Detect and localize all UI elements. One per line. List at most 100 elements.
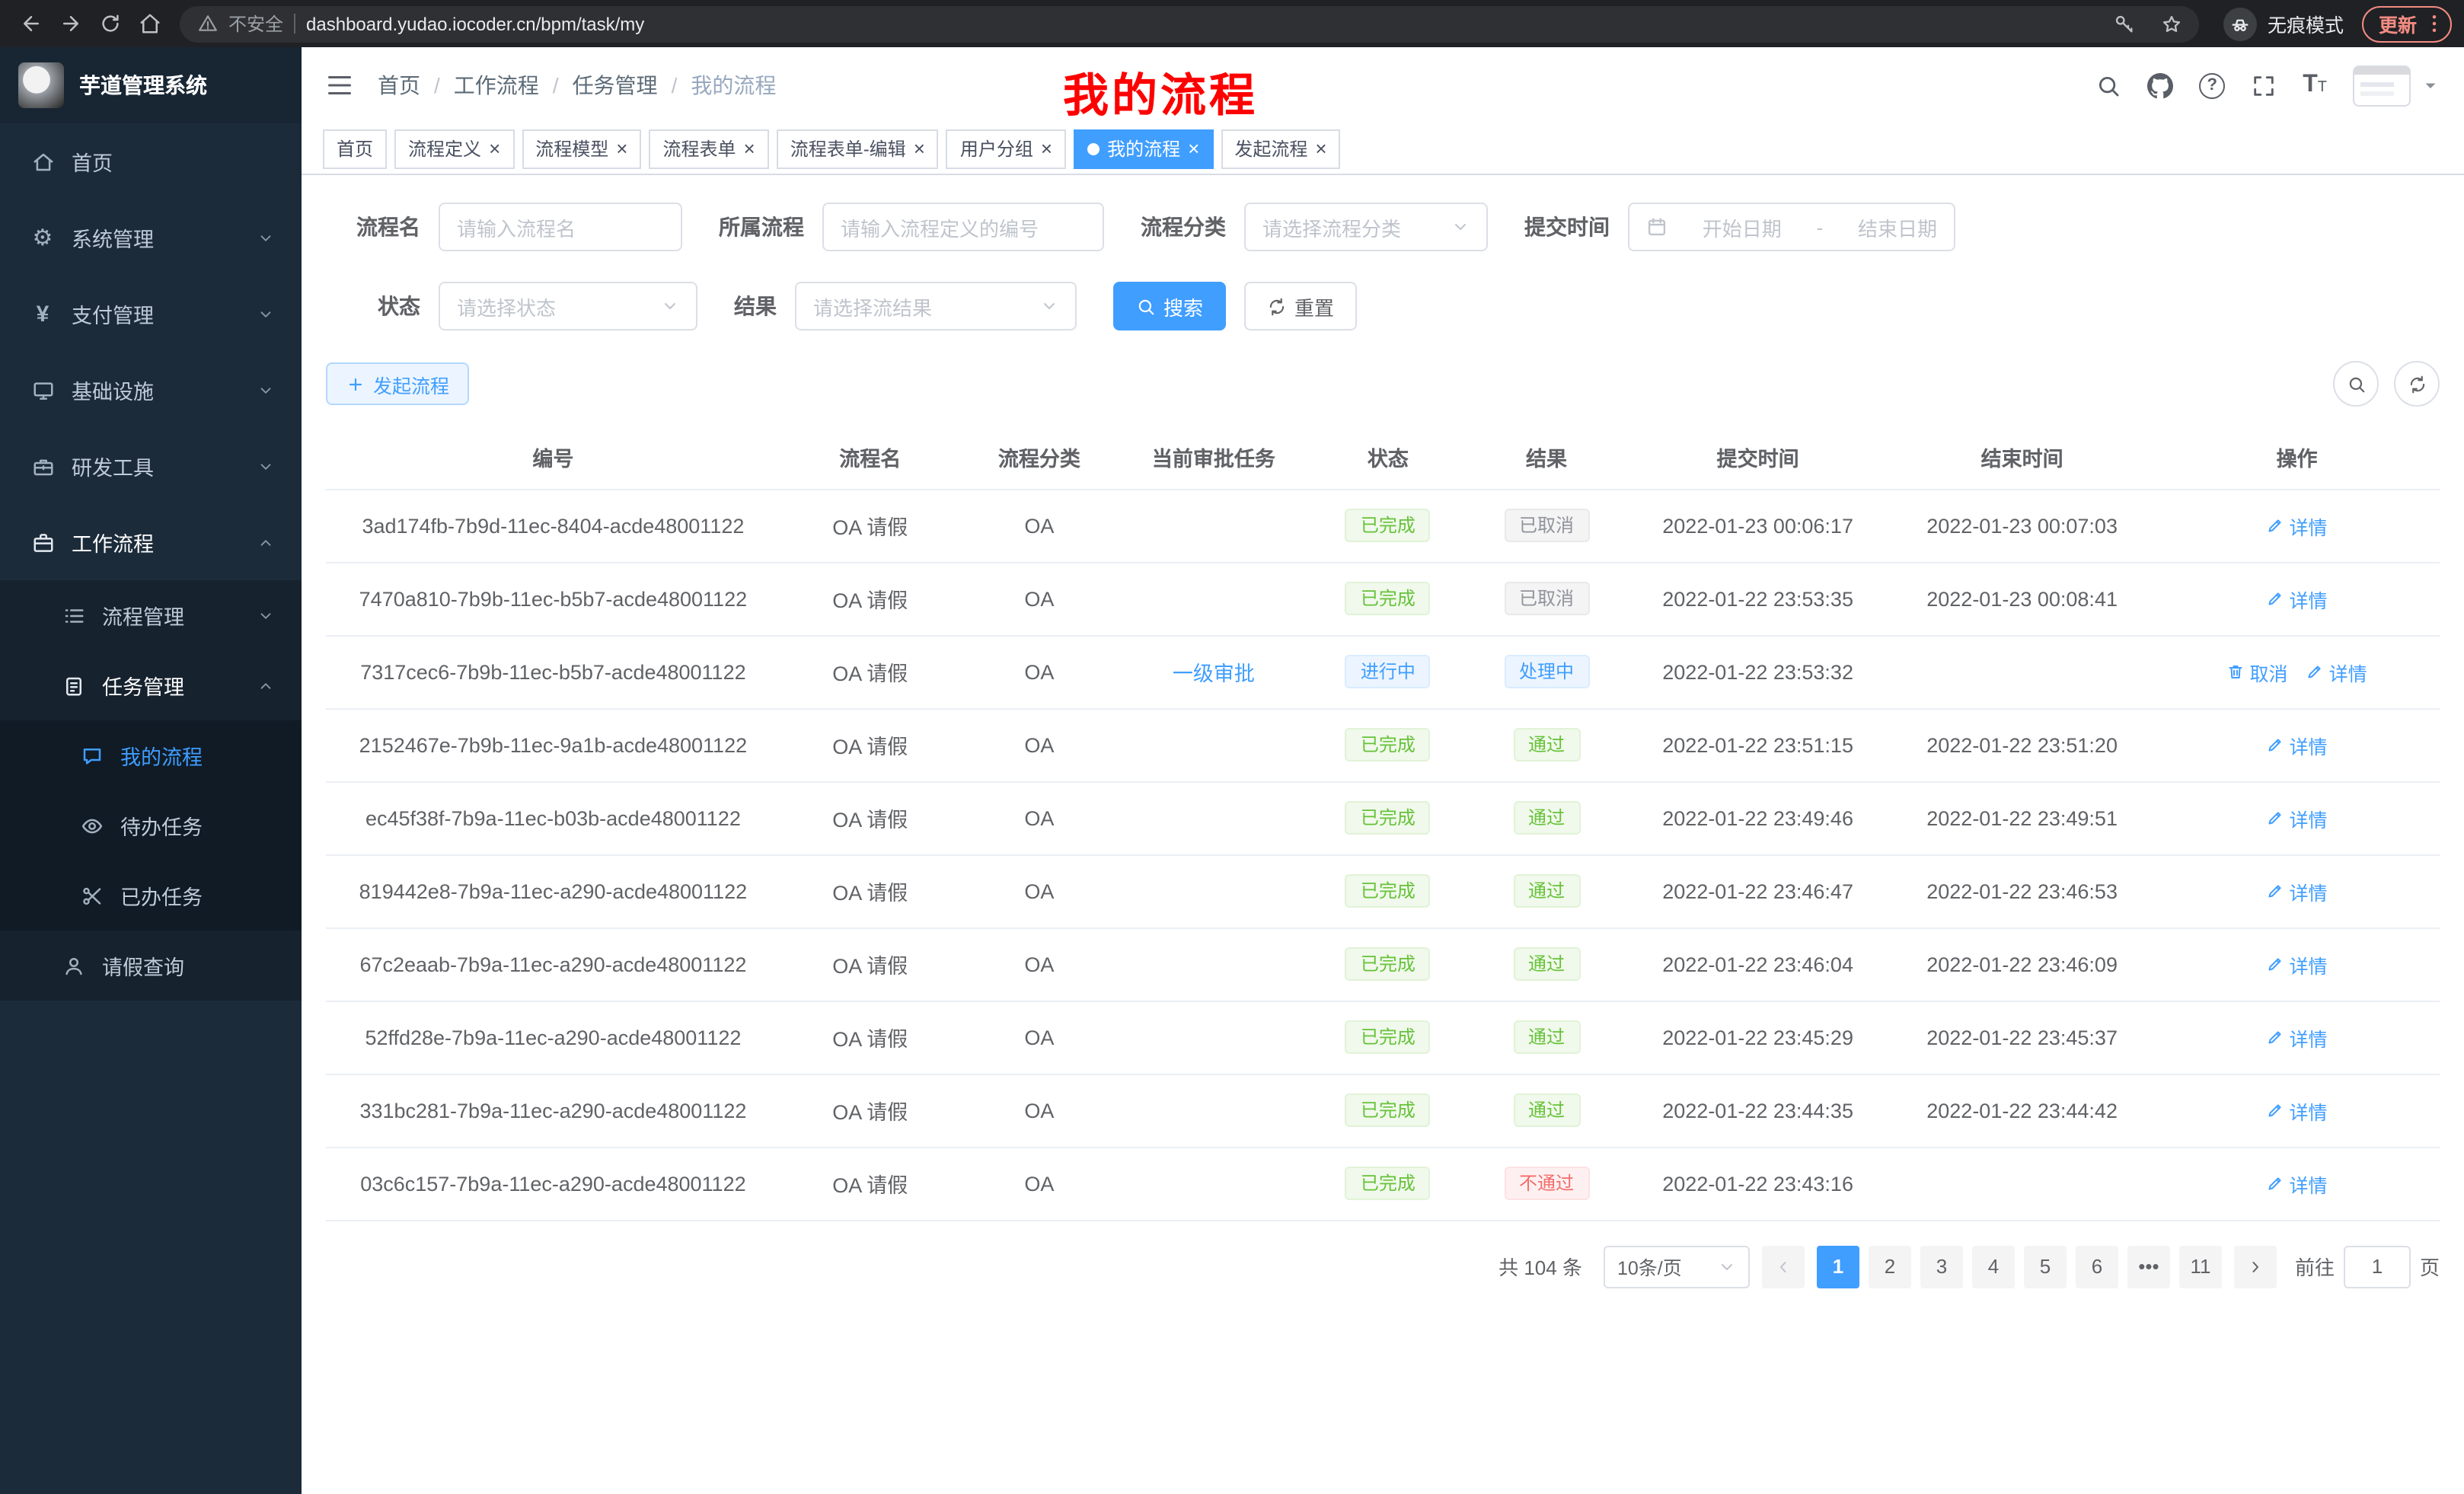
result-select[interactable]: 请选择流结果 xyxy=(795,282,1077,330)
tab-home[interactable]: 首页 xyxy=(323,129,387,168)
breadcrumb-item[interactable]: 首页 xyxy=(378,70,420,101)
browser-home-button[interactable] xyxy=(131,5,168,42)
sidebar-item-label: 请假查询 xyxy=(102,950,274,981)
sidebar-item-system[interactable]: ⚙系统管理 xyxy=(0,200,302,276)
page-button-11[interactable]: 11 xyxy=(2179,1245,2222,1288)
menu-dots-icon[interactable] xyxy=(2420,5,2447,42)
goto-suffix: 页 xyxy=(2420,1252,2440,1281)
process-name-input[interactable]: 请输入流程名 xyxy=(439,203,682,251)
forward-button[interactable] xyxy=(52,5,88,42)
tab-my-process[interactable]: 我的流程 × xyxy=(1074,129,1213,168)
detail-action[interactable]: 详情 xyxy=(2267,1169,2328,1198)
search-button-label: 搜索 xyxy=(1163,292,1203,321)
page-button-3[interactable]: 3 xyxy=(1920,1245,1963,1288)
detail-action[interactable]: 详情 xyxy=(2267,1023,2328,1052)
avatar[interactable] xyxy=(2353,65,2411,106)
create-process-button[interactable]: 发起流程 xyxy=(326,362,469,405)
search-button[interactable]: 搜索 xyxy=(1113,282,1226,330)
tab-user-group[interactable]: 用户分组× xyxy=(946,129,1066,168)
tab-process-definition[interactable]: 流程定义× xyxy=(394,129,514,168)
reload-button[interactable] xyxy=(91,5,128,42)
detail-action-label: 详情 xyxy=(2329,657,2367,686)
detail-action[interactable]: 详情 xyxy=(2267,876,2328,905)
category-select[interactable]: 请选择流程分类 xyxy=(1244,203,1488,251)
close-icon[interactable]: × xyxy=(1315,139,1326,158)
close-icon[interactable]: × xyxy=(489,139,500,158)
address-bar[interactable]: 不安全 dashboard.yudao.iocoder.cn/bpm/task/… xyxy=(180,5,2199,42)
process-definition-placeholder: 请输入流程定义的编号 xyxy=(841,212,1039,241)
filter-group-status: 状态 请选择状态 xyxy=(326,282,697,330)
page-button-6[interactable]: 6 xyxy=(2076,1245,2118,1288)
cell-status: 已完成 xyxy=(1309,781,1467,854)
close-icon[interactable]: × xyxy=(1188,139,1199,158)
next-page-button[interactable] xyxy=(2234,1245,2277,1288)
page-size-select[interactable]: 10条/页 xyxy=(1604,1245,1750,1288)
close-icon[interactable]: × xyxy=(1041,139,1052,158)
search-icon[interactable] xyxy=(2095,72,2121,98)
help-icon[interactable]: ? xyxy=(2199,72,2225,98)
close-icon[interactable]: × xyxy=(744,139,755,158)
close-icon[interactable]: × xyxy=(616,139,627,158)
sidebar-item-workflow[interactable]: 工作流程 xyxy=(0,504,302,580)
tab-process-model[interactable]: 流程模型× xyxy=(522,129,641,168)
tab-process-form[interactable]: 流程表单× xyxy=(649,129,768,168)
page-button-1[interactable]: 1 xyxy=(1817,1245,1859,1288)
cell-process-name: OA 请假 xyxy=(780,1147,960,1220)
cell-process-name: OA 请假 xyxy=(780,854,960,927)
page-more-button[interactable]: ••• xyxy=(2127,1245,2170,1288)
sidebar-item-process-management[interactable]: 流程管理 xyxy=(0,580,302,650)
prev-page-button[interactable] xyxy=(1762,1245,1805,1288)
page-button-2[interactable]: 2 xyxy=(1869,1245,1911,1288)
sidebar-item-infrastructure[interactable]: 基础设施 xyxy=(0,352,302,428)
caret-down-icon[interactable] xyxy=(2421,76,2440,94)
update-button[interactable]: 更新 xyxy=(2362,5,2452,42)
back-button[interactable] xyxy=(12,5,49,42)
hamburger-icon[interactable] xyxy=(326,72,353,99)
reset-button[interactable]: 重置 xyxy=(1244,282,1357,330)
page-button-5[interactable]: 5 xyxy=(2024,1245,2067,1288)
sidebar-item-payment[interactable]: ¥支付管理 xyxy=(0,276,302,352)
app-logo[interactable]: 芋道管理系统 xyxy=(0,47,302,123)
detail-action[interactable]: 详情 xyxy=(2306,657,2367,686)
tab-label: 我的流程 xyxy=(1107,136,1180,161)
detail-action[interactable]: 详情 xyxy=(2267,1096,2328,1125)
cancel-action[interactable]: 取消 xyxy=(2227,657,2288,686)
detail-action[interactable]: 详情 xyxy=(2267,511,2328,540)
detail-action[interactable]: 详情 xyxy=(2267,950,2328,978)
bookmark-star-icon[interactable] xyxy=(2153,5,2190,42)
detail-action[interactable]: 详情 xyxy=(2267,803,2328,832)
password-key-icon[interactable] xyxy=(2106,5,2143,42)
sidebar-item-my-process[interactable]: 我的流程 xyxy=(0,720,302,790)
font-size-icon[interactable]: TT xyxy=(2303,73,2327,97)
fullscreen-icon[interactable] xyxy=(2251,72,2277,98)
close-icon[interactable]: × xyxy=(914,139,925,158)
status-select[interactable]: 请选择状态 xyxy=(439,282,697,330)
sidebar-item-leave-query[interactable]: 请假查询 xyxy=(0,931,302,1001)
page-button-4[interactable]: 4 xyxy=(1972,1245,2015,1288)
sidebar-item-label: 已办任务 xyxy=(120,880,274,911)
table-row: 7317cec6-7b9b-11ec-b5b7-acde48001122OA 请… xyxy=(326,635,2440,708)
sidebar-item-devtools[interactable]: 研发工具 xyxy=(0,428,302,504)
github-icon[interactable] xyxy=(2147,72,2173,98)
detail-action[interactable]: 详情 xyxy=(2267,730,2328,759)
warning-icon xyxy=(198,14,218,34)
calendar-icon xyxy=(1646,216,1668,238)
toggle-search-button[interactable] xyxy=(2333,361,2379,407)
tab-process-form-edit[interactable]: 流程表单-编辑× xyxy=(777,129,939,168)
detail-action[interactable]: 详情 xyxy=(2267,584,2328,613)
breadcrumb-item[interactable]: 任务管理 xyxy=(573,70,658,101)
sidebar-item-task-management[interactable]: 任务管理 xyxy=(0,650,302,720)
sidebar-item-done-tasks[interactable]: 已办任务 xyxy=(0,860,302,931)
cell-category: OA xyxy=(960,1074,1119,1147)
goto-label: 前往 xyxy=(2295,1252,2335,1281)
submit-time-range-input[interactable]: 开始日期 - 结束日期 xyxy=(1628,203,1955,251)
process-definition-input[interactable]: 请输入流程定义的编号 xyxy=(822,203,1104,251)
sidebar-item-todo-tasks[interactable]: 待办任务 xyxy=(0,790,302,860)
chevron-down-icon xyxy=(257,305,274,322)
goto-page-input[interactable]: 1 xyxy=(2344,1245,2411,1288)
refresh-table-button[interactable] xyxy=(2394,361,2440,407)
current-task-link[interactable]: 一级审批 xyxy=(1173,656,1255,687)
tab-start-process[interactable]: 发起流程× xyxy=(1221,129,1340,168)
sidebar-item-home[interactable]: 首页 xyxy=(0,123,302,200)
breadcrumb-item[interactable]: 工作流程 xyxy=(454,70,539,101)
